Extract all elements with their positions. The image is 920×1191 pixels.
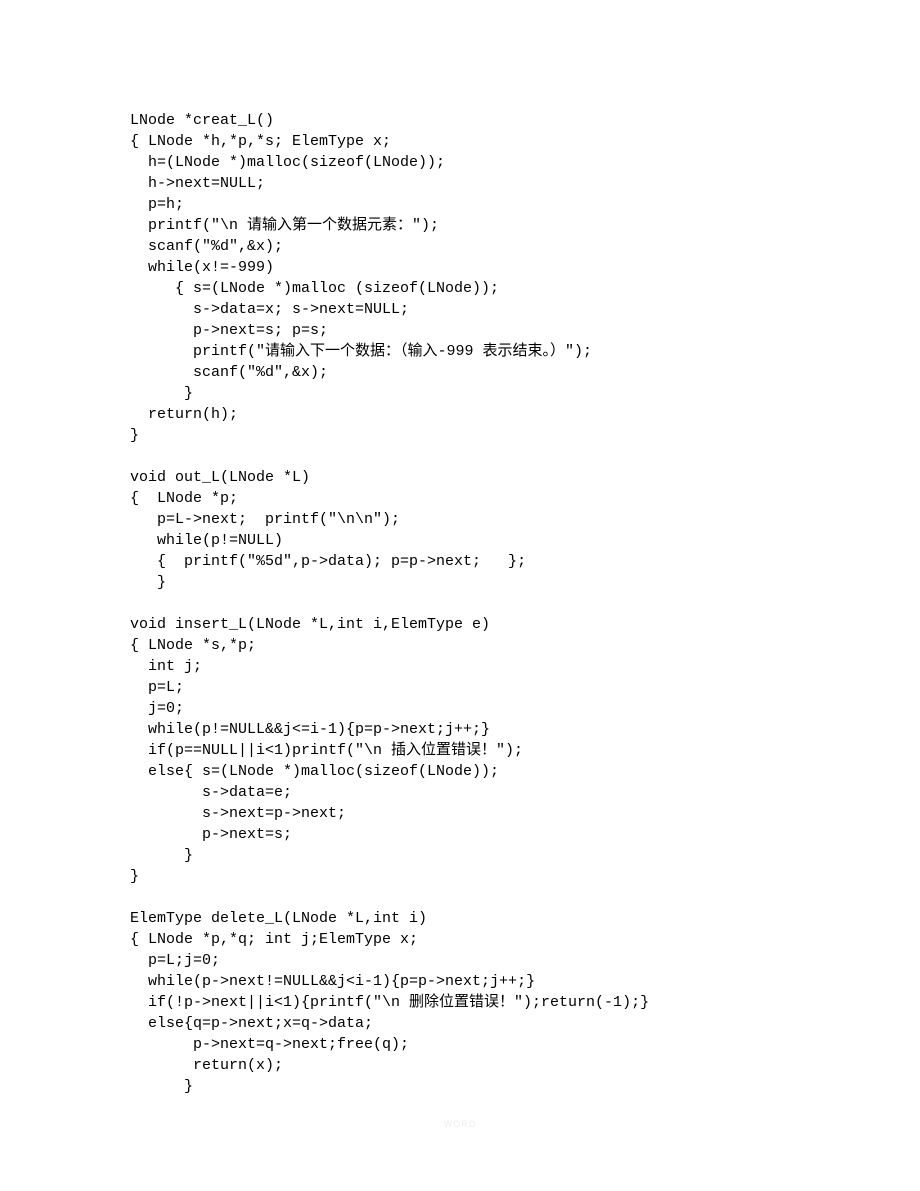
- code-block: LNode *creat_L() { LNode *h,*p,*s; ElemT…: [130, 110, 790, 1097]
- footer-watermark: WORD: [0, 1118, 920, 1131]
- document-page: LNode *creat_L() { LNode *h,*p,*s; ElemT…: [0, 0, 920, 1191]
